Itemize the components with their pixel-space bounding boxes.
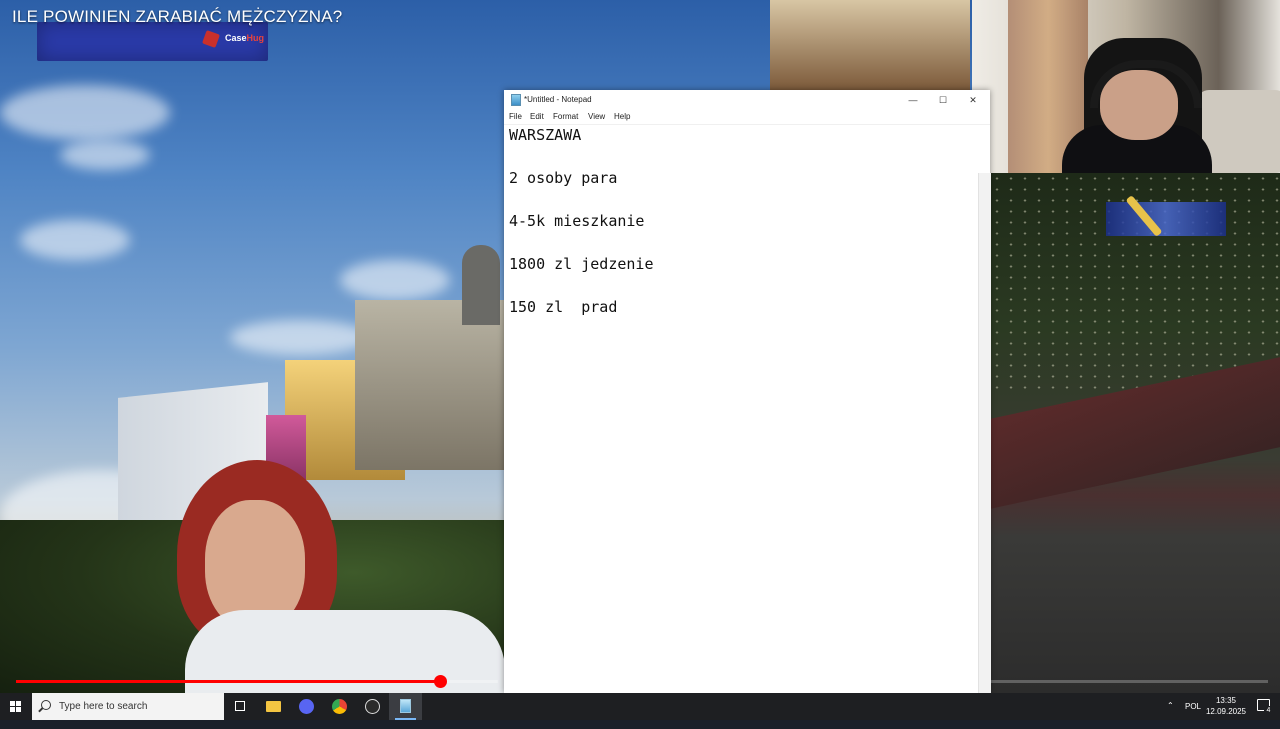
- maximize-button[interactable]: ☐: [934, 92, 952, 108]
- menu-help[interactable]: Help: [614, 112, 630, 121]
- menu-view[interactable]: View: [588, 112, 605, 121]
- search-placeholder: Type here to search: [59, 701, 148, 712]
- start-button[interactable]: [0, 693, 32, 720]
- notepad-menubar: File Edit Format View Help: [504, 110, 990, 125]
- taskbar: Type here to search ⌃ POL 13:35 12.09.20…: [0, 693, 1280, 720]
- tower: [462, 245, 500, 325]
- chrome-icon: [332, 699, 347, 714]
- taskbar-file-explorer[interactable]: [257, 693, 290, 720]
- close-button[interactable]: ✕: [964, 92, 982, 108]
- secondary-progress-bar: [990, 680, 1268, 683]
- clock-time: 13:35: [1215, 696, 1237, 705]
- top-building: [770, 0, 970, 90]
- minimize-button[interactable]: —: [904, 92, 922, 108]
- taskbar-clock[interactable]: 13:35 12.09.2025: [1198, 695, 1254, 717]
- notepad-titlebar[interactable]: *Untitled - Notepad — ☐ ✕: [504, 90, 990, 110]
- taskbar-search-box[interactable]: Type here to search: [32, 693, 224, 720]
- taskbar-discord[interactable]: [290, 693, 323, 720]
- notepad-icon: [400, 699, 411, 713]
- notification-count-badge: 4: [1264, 706, 1273, 715]
- stone-building: [355, 300, 505, 470]
- video-progress-bar[interactable]: [16, 675, 498, 688]
- notepad-scrollbar[interactable]: [978, 173, 991, 693]
- streamer-woman: [165, 460, 505, 693]
- notepad-text-area[interactable]: WARSZAWA 2 osoby para 4-5k mieszkanie 18…: [509, 126, 974, 686]
- obs-icon: [365, 699, 380, 714]
- task-view-icon: [235, 701, 245, 711]
- progress-played: [16, 680, 441, 683]
- task-view-button[interactable]: [224, 693, 257, 720]
- folder-icon: [266, 701, 281, 712]
- tray-overflow-chevron[interactable]: ⌃: [1167, 701, 1174, 728]
- sponsor-logo-icon: [202, 30, 220, 48]
- secondary-camera-view: [990, 173, 1280, 693]
- skin-overlay-banner: [1106, 202, 1226, 236]
- search-icon: [41, 700, 51, 710]
- discord-icon: [299, 699, 314, 714]
- clock-date: 12.09.2025: [1205, 707, 1247, 716]
- menu-format[interactable]: Format: [553, 112, 578, 121]
- taskbar-notepad[interactable]: [389, 693, 422, 720]
- text-line: 150 zl prad: [509, 298, 618, 316]
- notepad-app-icon: [511, 94, 521, 106]
- menu-file[interactable]: File: [509, 112, 522, 121]
- notepad-window[interactable]: *Untitled - Notepad — ☐ ✕ File Edit Form…: [504, 90, 991, 693]
- sponsor-brand: CaseHug: [225, 33, 265, 43]
- taskbar-obs[interactable]: [356, 693, 389, 720]
- windows-logo-icon: [10, 701, 15, 706]
- text-line: WARSZAWA: [509, 126, 582, 144]
- video-title: ILE POWINIEN ZARABIAĆ MĘŻCZYZNA?: [12, 7, 343, 26]
- sponsor-banner[interactable]: CaseHug: [37, 22, 268, 61]
- text-line: 1800 zl jedzenie: [509, 255, 654, 273]
- taskbar-chrome[interactable]: [323, 693, 356, 720]
- notepad-title: *Untitled - Notepad: [524, 95, 592, 104]
- streamer-webcam: [972, 0, 1280, 173]
- menu-edit[interactable]: Edit: [530, 112, 544, 121]
- text-line: 2 osoby para: [509, 169, 618, 187]
- text-line: 4-5k mieszkanie: [509, 212, 645, 230]
